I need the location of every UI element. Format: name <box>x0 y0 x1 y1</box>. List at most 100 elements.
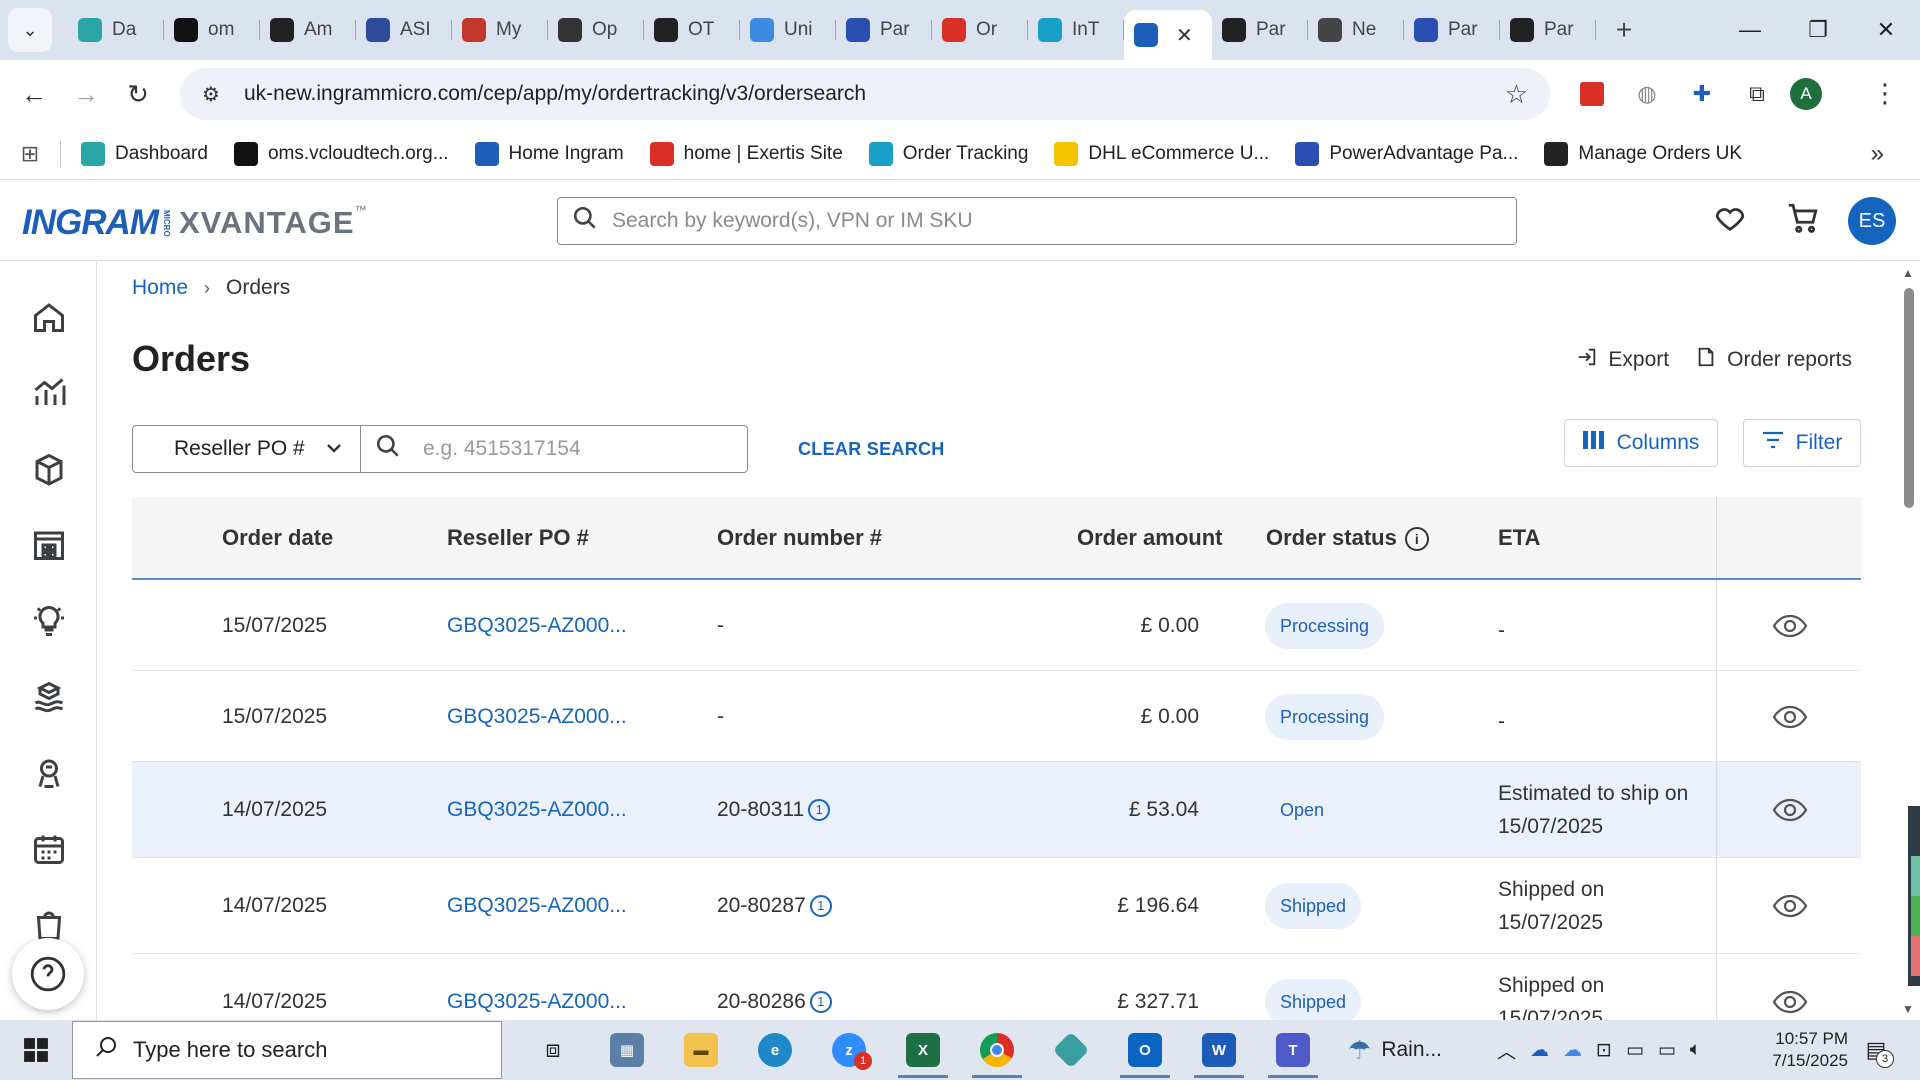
rail-products-box-icon[interactable] <box>28 448 70 490</box>
back-button[interactable]: ← <box>8 68 60 120</box>
scroll-down-arrow-icon[interactable]: ▼ <box>1902 1002 1914 1016</box>
bookmark-item[interactable]: DHL eCommerce U... <box>1054 141 1269 166</box>
teams-icon[interactable]: T <box>1256 1020 1330 1080</box>
calculator-icon[interactable]: ▦ <box>590 1020 664 1080</box>
reseller-po-link[interactable]: GBQ3025-AZ000... <box>447 614 627 638</box>
help-button[interactable] <box>12 938 84 1010</box>
taskbar-search-box[interactable]: Type here to search <box>72 1021 502 1079</box>
column-header-order-date[interactable]: Order date <box>222 525 333 551</box>
app-diamond-icon[interactable] <box>1034 1020 1108 1080</box>
browser-tab[interactable]: Par <box>1404 8 1500 52</box>
column-header-order-status[interactable]: Order status i <box>1266 525 1429 552</box>
column-header-order-amount[interactable]: Order amount <box>1077 525 1222 551</box>
weather-widget[interactable]: ☂ Rain... <box>1348 1035 1442 1066</box>
edge-browser-icon[interactable]: e <box>738 1020 812 1080</box>
browser-tab[interactable]: Par <box>1212 8 1308 52</box>
pdf-extension-icon[interactable] <box>1570 74 1614 114</box>
scrollbar-thumb[interactable] <box>1904 288 1914 508</box>
translate-extension-icon[interactable]: ✚ <box>1680 74 1724 114</box>
browser-tab[interactable]: Par <box>836 8 932 52</box>
user-avatar[interactable]: ES <box>1848 197 1896 245</box>
minimize-button[interactable]: — <box>1716 0 1784 60</box>
order-info-icon[interactable]: 1 <box>809 895 832 918</box>
file-explorer-icon[interactable]: ▬ <box>664 1020 738 1080</box>
view-order-eye-icon[interactable] <box>1772 798 1808 822</box>
columns-button[interactable]: Columns <box>1564 419 1718 467</box>
volume-icon[interactable]: 🔈︎ <box>1690 1039 1701 1061</box>
onedrive-cloud-icon[interactable]: ☁ <box>1530 1039 1549 1062</box>
globe-extension-icon[interactable]: ◍ <box>1625 74 1669 114</box>
view-order-eye-icon[interactable] <box>1772 894 1808 918</box>
bookmark-item[interactable]: Manage Orders UK <box>1544 141 1742 166</box>
tab-search-button[interactable]: ⌄ <box>8 8 52 52</box>
browser-tab[interactable]: OT <box>644 8 740 52</box>
filter-button[interactable]: Filter <box>1743 419 1861 467</box>
scroll-up-arrow-icon[interactable]: ▲ <box>1902 266 1914 280</box>
reseller-po-link[interactable]: GBQ3025-AZ000... <box>447 705 627 729</box>
browser-tab[interactable]: Am <box>260 8 356 52</box>
apps-grid-icon[interactable]: ⊞ <box>0 141 60 167</box>
info-icon[interactable]: i <box>1404 527 1429 552</box>
chrome-icon[interactable] <box>960 1020 1034 1080</box>
rail-analytics-icon[interactable] <box>28 372 70 414</box>
battery-icon[interactable]: ▭ <box>1626 1039 1644 1062</box>
browser-menu-icon[interactable]: ⋮ <box>1872 78 1898 109</box>
bookmark-item[interactable]: oms.vcloudtech.org... <box>233 141 449 166</box>
show-hidden-icons-chevron-icon[interactable]: ︿ <box>1497 1037 1516 1064</box>
table-row[interactable]: 15/07/2025 GBQ3025-AZ000... - £ 0.00 Process… <box>132 580 1861 671</box>
column-header-order-number[interactable]: Order number # <box>717 525 882 551</box>
browser-tab[interactable]: Da <box>68 8 164 52</box>
order-info-icon[interactable]: 1 <box>808 799 831 822</box>
network-status-icon[interactable]: ⊡ <box>1596 1039 1612 1062</box>
extensions-puzzle-icon[interactable]: ⧉ <box>1735 74 1779 114</box>
product-search-input[interactable] <box>612 209 1492 233</box>
zoom-icon[interactable]: z1 <box>812 1020 886 1080</box>
ingram-xvantage-logo[interactable]: INGRAM MICRO XVANTAGE ™ <box>22 203 367 243</box>
reseller-po-link[interactable]: GBQ3025-AZ000... <box>447 798 627 822</box>
view-order-eye-icon[interactable] <box>1772 705 1808 729</box>
excel-icon[interactable]: X <box>886 1020 960 1080</box>
bookmark-item[interactable]: Home Ingram <box>474 141 624 166</box>
export-button[interactable]: Export <box>1576 346 1669 374</box>
profile-avatar[interactable]: A <box>1790 78 1822 110</box>
outlook-icon[interactable]: O <box>1108 1020 1182 1080</box>
new-tab-plus-icon[interactable]: + <box>1604 14 1644 46</box>
browser-tab[interactable]: Op <box>548 8 644 52</box>
browser-tab[interactable]: om <box>164 8 260 52</box>
bookmark-item[interactable]: Dashboard <box>81 141 208 166</box>
order-reports-button[interactable]: Order reports <box>1695 346 1852 374</box>
onedrive-personal-cloud-icon[interactable]: ☁ <box>1563 1039 1582 1062</box>
display-icon[interactable]: ▭ <box>1658 1039 1676 1062</box>
bookmark-star-icon[interactable]: ☆ <box>1505 79 1528 110</box>
rail-lightbulb-icon[interactable] <box>28 600 70 642</box>
table-row[interactable]: 15/07/2025 GBQ3025-AZ000... - £ 0.00 Process… <box>132 671 1861 762</box>
browser-tab[interactable]: Par <box>1500 8 1596 52</box>
cart-icon[interactable] <box>1786 201 1820 243</box>
reseller-po-link[interactable]: GBQ3025-AZ000... <box>447 894 627 918</box>
view-order-eye-icon[interactable] <box>1772 990 1808 1014</box>
word-icon[interactable]: W <box>1182 1020 1256 1080</box>
table-row[interactable]: 14/07/2025 GBQ3025-AZ000... 20-80287 1 £ 196… <box>132 858 1861 954</box>
rail-calendar-icon[interactable] <box>28 828 70 870</box>
restore-button[interactable]: ❐ <box>1784 0 1852 60</box>
browser-tab[interactable]: Uni <box>740 8 836 52</box>
more-bookmarks-icon[interactable]: » <box>1871 140 1884 168</box>
table-row[interactable]: 14/07/2025 GBQ3025-AZ000... 20-80311 1 £ 53.… <box>132 762 1861 858</box>
clear-search-button[interactable]: CLEAR SEARCH <box>798 439 945 460</box>
browser-tab[interactable]: Or <box>932 8 1028 52</box>
start-button[interactable] <box>0 1020 72 1080</box>
bookmark-item[interactable]: Order Tracking <box>868 141 1028 166</box>
close-tab-icon[interactable]: ✕ <box>1176 23 1193 48</box>
bookmark-item[interactable]: home | Exertis Site <box>649 141 843 166</box>
forward-button[interactable]: → <box>60 68 112 120</box>
browser-tab-active[interactable]: ✕ <box>1124 10 1212 60</box>
site-info-icon[interactable]: ⚙ <box>186 82 236 107</box>
wishlist-heart-icon[interactable] <box>1713 201 1747 243</box>
rail-support-person-icon[interactable] <box>28 752 70 794</box>
omnibox[interactable]: ⚙ uk-new.ingrammicro.com/cep/app/my/orde… <box>180 68 1550 120</box>
taskbar-clock[interactable]: 10:57 PM 7/15/2025 <box>1728 1028 1848 1072</box>
browser-tab[interactable]: Ne <box>1308 8 1404 52</box>
rail-store-icon[interactable] <box>28 524 70 566</box>
browser-tab[interactable]: My <box>452 8 548 52</box>
reseller-po-link[interactable]: GBQ3025-AZ000... <box>447 990 627 1014</box>
